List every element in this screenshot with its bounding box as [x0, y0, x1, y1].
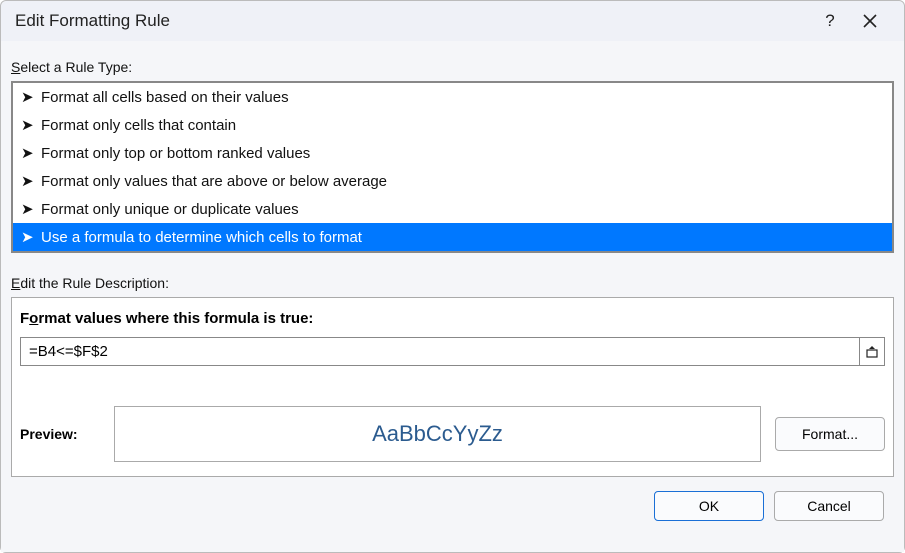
select-rule-type-label: Select a Rule Type:	[11, 59, 894, 75]
arrow-icon: ➤	[21, 228, 33, 246]
rule-type-item-unique-duplicate[interactable]: ➤ Format only unique or duplicate values	[13, 195, 892, 223]
preview-box: AaBbCcYyZz	[114, 406, 761, 462]
rule-type-item-top-bottom[interactable]: ➤ Format only top or bottom ranked value…	[13, 139, 892, 167]
preview-label: Preview:	[20, 426, 100, 442]
rule-description-panel: Format values where this formula is true…	[11, 297, 894, 477]
rule-type-label: Format only cells that contain	[41, 117, 236, 134]
arrow-icon: ➤	[21, 88, 33, 106]
edit-rule-description-text: dit the Rule Description:	[20, 275, 169, 291]
select-rule-type-text: elect a Rule Type:	[20, 59, 132, 75]
rule-type-list[interactable]: ➤ Format all cells based on their values…	[11, 81, 894, 253]
formula-row	[20, 337, 885, 366]
rule-type-label: Format only top or bottom ranked values	[41, 145, 310, 162]
dialog-titlebar: Edit Formatting Rule ?	[1, 1, 904, 41]
range-selector-icon	[865, 345, 879, 359]
preview-row: Preview: AaBbCcYyZz Format...	[20, 406, 885, 462]
edit-formatting-rule-dialog: Edit Formatting Rule ? Select a Rule Typ…	[0, 0, 905, 553]
dialog-footer: OK Cancel	[11, 487, 894, 531]
arrow-icon: ➤	[21, 144, 33, 162]
format-button[interactable]: Format...	[775, 417, 885, 451]
cancel-button[interactable]: Cancel	[774, 491, 884, 521]
preview-sample-text: AaBbCcYyZz	[372, 421, 503, 447]
range-selector-button[interactable]	[859, 337, 885, 366]
arrow-icon: ➤	[21, 116, 33, 134]
formula-label-prefix: F	[20, 310, 29, 327]
dialog-title: Edit Formatting Rule	[15, 11, 810, 31]
rule-type-item-all-cells[interactable]: ➤ Format all cells based on their values	[13, 83, 892, 111]
rule-type-label: Format only values that are above or bel…	[41, 173, 387, 190]
format-button-text: ormat...	[811, 426, 858, 442]
rule-type-item-contain[interactable]: ➤ Format only cells that contain	[13, 111, 892, 139]
edit-rule-description-label: Edit the Rule Description:	[11, 275, 894, 291]
close-icon	[863, 14, 877, 28]
ok-button[interactable]: OK	[654, 491, 764, 521]
rule-type-item-formula[interactable]: ➤ Use a formula to determine which cells…	[13, 223, 892, 251]
rule-type-item-above-below-avg[interactable]: ➤ Format only values that are above or b…	[13, 167, 892, 195]
dialog-content: Select a Rule Type: ➤ Format all cells b…	[1, 41, 904, 552]
rule-type-label: Use a formula to determine which cells t…	[41, 229, 362, 246]
close-button[interactable]	[850, 1, 890, 41]
arrow-icon: ➤	[21, 172, 33, 190]
formula-input[interactable]	[20, 337, 860, 366]
formula-label: Format values where this formula is true…	[20, 310, 885, 327]
formula-label-text: rmat values where this formula is true:	[38, 310, 313, 327]
arrow-icon: ➤	[21, 200, 33, 218]
rule-type-label: Format all cells based on their values	[41, 89, 289, 106]
help-button[interactable]: ?	[810, 1, 850, 41]
rule-type-label: Format only unique or duplicate values	[41, 201, 299, 218]
